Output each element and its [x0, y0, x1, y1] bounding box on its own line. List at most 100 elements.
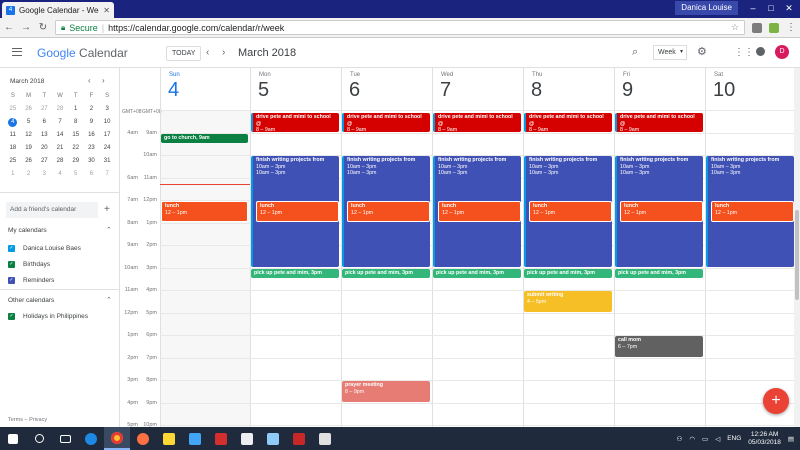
event-drive-to-school[interactable]: drive pete and mimi to school @8 – 9am [433, 113, 521, 132]
mini-calendar-day[interactable]: 9 [84, 118, 100, 127]
browser-tab[interactable]: 4 Google Calendar - Week ✕ [2, 2, 114, 18]
add-friend-calendar-input[interactable]: Add a friend's calendar [6, 202, 98, 218]
today-button[interactable]: TODAY [166, 46, 202, 61]
task-view-icon[interactable] [52, 427, 78, 450]
mini-calendar-day[interactable]: 14 [52, 131, 68, 140]
extension-icon[interactable] [752, 22, 762, 33]
mini-calendar-day[interactable]: 13 [36, 131, 52, 140]
minimize-icon[interactable]: – [744, 0, 762, 16]
event-pick-up-kids[interactable]: pick up pete and mim, 3pm [433, 268, 521, 278]
event-pick-up-kids[interactable]: pick up pete and mim, 3pm [342, 268, 430, 278]
maximize-icon[interactable]: □ [762, 0, 780, 16]
mail-icon[interactable] [234, 427, 260, 450]
day-column-header[interactable]: Fri 9 [614, 68, 705, 110]
settings-gear-icon[interactable]: ⚙ [697, 45, 707, 58]
day-number[interactable]: 8 [531, 79, 542, 102]
event-drive-to-school[interactable]: drive pete and mimi to school @8 – 9am [524, 113, 612, 132]
mini-calendar-day[interactable]: 25 [5, 157, 21, 166]
mini-calendar-day[interactable]: 12 [21, 131, 37, 140]
file-explorer-icon[interactable] [156, 427, 182, 450]
mini-calendar-day[interactable]: 11 [5, 131, 21, 140]
tab-close-icon[interactable]: ✕ [103, 6, 110, 15]
terms-privacy-link[interactable]: Terms – Privacy [8, 417, 47, 423]
mini-calendar-day[interactable]: 21 [52, 144, 68, 153]
my-calendars-title[interactable]: My calendars [8, 227, 47, 234]
store-icon[interactable] [182, 427, 208, 450]
notes-app-icon[interactable] [260, 427, 286, 450]
event-go-to-church[interactable]: go to church, 9am [161, 133, 248, 143]
mini-calendar-day[interactable]: 16 [84, 131, 100, 140]
extension-icon[interactable] [769, 22, 779, 33]
chrome-browser-icon[interactable] [104, 427, 130, 450]
day-column-header[interactable]: Sun 4 [160, 68, 250, 110]
day-number[interactable]: 7 [440, 79, 451, 102]
day-number[interactable]: 9 [622, 79, 633, 102]
other-calendars-title[interactable]: Other calendars [8, 297, 54, 304]
day-number[interactable]: 10 [713, 79, 735, 102]
event-drive-to-school[interactable]: drive pete and mimi to school @8 – 9am [615, 113, 703, 132]
event-lunch[interactable]: lunch 12 – 1pm [256, 201, 339, 222]
mini-calendar-day[interactable]: 22 [68, 144, 84, 153]
mini-calendar-day[interactable]: 30 [84, 157, 100, 166]
mini-calendar-day[interactable]: 20 [36, 144, 52, 153]
notifications-icon[interactable] [756, 47, 765, 56]
event-submit-writing[interactable]: submit writing 4 – 5pm [524, 291, 612, 312]
calendar-list-item[interactable]: ✓ Danica Louise Baes [8, 245, 81, 252]
collapse-caret-icon[interactable]: ⌃ [106, 296, 112, 304]
day-number[interactable]: 4 [168, 79, 179, 102]
search-icon[interactable] [26, 427, 52, 450]
event-pick-up-kids[interactable]: pick up pete and mim, 3pm [524, 268, 612, 278]
event-lunch[interactable]: lunch 12 – 1pm [529, 201, 612, 222]
day-column-header[interactable]: Tue 6 [341, 68, 432, 110]
mini-calendar-day[interactable]: 19 [21, 144, 37, 153]
main-menu-icon[interactable] [12, 48, 22, 56]
add-calendar-plus-icon[interactable]: + [104, 204, 110, 215]
mini-calendar-day[interactable]: 18 [5, 144, 21, 153]
mini-calendar-day[interactable]: 15 [68, 131, 84, 140]
mini-calendar-day[interactable]: 25 [5, 105, 21, 114]
collapse-caret-icon[interactable]: ⌃ [106, 226, 112, 234]
mini-calendar-day[interactable]: 31 [99, 157, 115, 166]
day-number[interactable]: 6 [349, 79, 360, 102]
close-window-icon[interactable]: ✕ [780, 0, 798, 16]
view-selector[interactable]: Week [653, 45, 687, 60]
reload-icon[interactable]: ↻ [38, 22, 48, 33]
event-pick-up-kids[interactable]: pick up pete and mim, 3pm [251, 268, 339, 278]
mini-next-month-icon[interactable]: › [102, 76, 105, 85]
mcafee-icon[interactable] [208, 427, 234, 450]
pdf-reader-icon[interactable] [286, 427, 312, 450]
event-call-mom[interactable]: call mom 6 – 7pm [615, 336, 703, 357]
omnibox[interactable]: 🔒︎ Secure | https://calendar.google.com/… [55, 20, 745, 35]
mini-calendar-day[interactable]: 1 [5, 170, 21, 179]
account-avatar[interactable]: D [775, 45, 789, 59]
bookmark-star-icon[interactable]: ☆ [731, 22, 739, 33]
event-lunch[interactable]: lunch 12 – 1pm [438, 201, 521, 222]
mini-calendar-day[interactable]: 1 [68, 105, 84, 114]
calendar-checkbox[interactable]: ✓ [8, 277, 15, 284]
mini-calendar-day[interactable]: 6 [84, 170, 100, 179]
event-drive-to-school[interactable]: drive pete and mimi to school @8 – 9am [342, 113, 430, 132]
mini-calendar-day[interactable]: 27 [36, 157, 52, 166]
taskbar-clock[interactable]: 12:26 AM 05/03/2018 [748, 431, 781, 447]
previous-week-icon[interactable]: ‹ [206, 47, 209, 58]
battery-icon[interactable]: ▭ [702, 435, 708, 443]
back-arrow-icon[interactable]: ← [4, 22, 14, 33]
mini-calendar-day[interactable]: 5 [68, 170, 84, 179]
event-lunch[interactable]: lunch 12 – 1pm [711, 201, 794, 222]
action-center-icon[interactable]: ▤ [788, 435, 794, 443]
calendar-list-item[interactable]: ✓ Holidays in Philippines [8, 313, 88, 320]
next-week-icon[interactable]: › [222, 47, 225, 58]
calendar-checkbox[interactable]: ✓ [8, 245, 15, 252]
calendar-list-item[interactable]: ✓ Reminders [8, 277, 54, 284]
mini-calendar-day[interactable]: 8 [68, 118, 84, 127]
event-prayer-meeting[interactable]: prayer meeting 8 – 9pm [342, 381, 430, 402]
browser-menu-icon[interactable]: ⋮ [786, 22, 796, 33]
search-icon[interactable]: ⌕ [632, 46, 638, 59]
photos-app-icon[interactable] [312, 427, 338, 450]
create-event-button[interactable]: + [763, 388, 789, 414]
event-lunch[interactable]: lunch 12 – 1pm [161, 201, 248, 222]
mini-calendar-day[interactable]: 17 [99, 131, 115, 140]
calendar-checkbox[interactable]: ✓ [8, 313, 15, 320]
mini-calendar-day[interactable]: 5 [21, 118, 37, 127]
mini-calendar-day[interactable]: 29 [68, 157, 84, 166]
